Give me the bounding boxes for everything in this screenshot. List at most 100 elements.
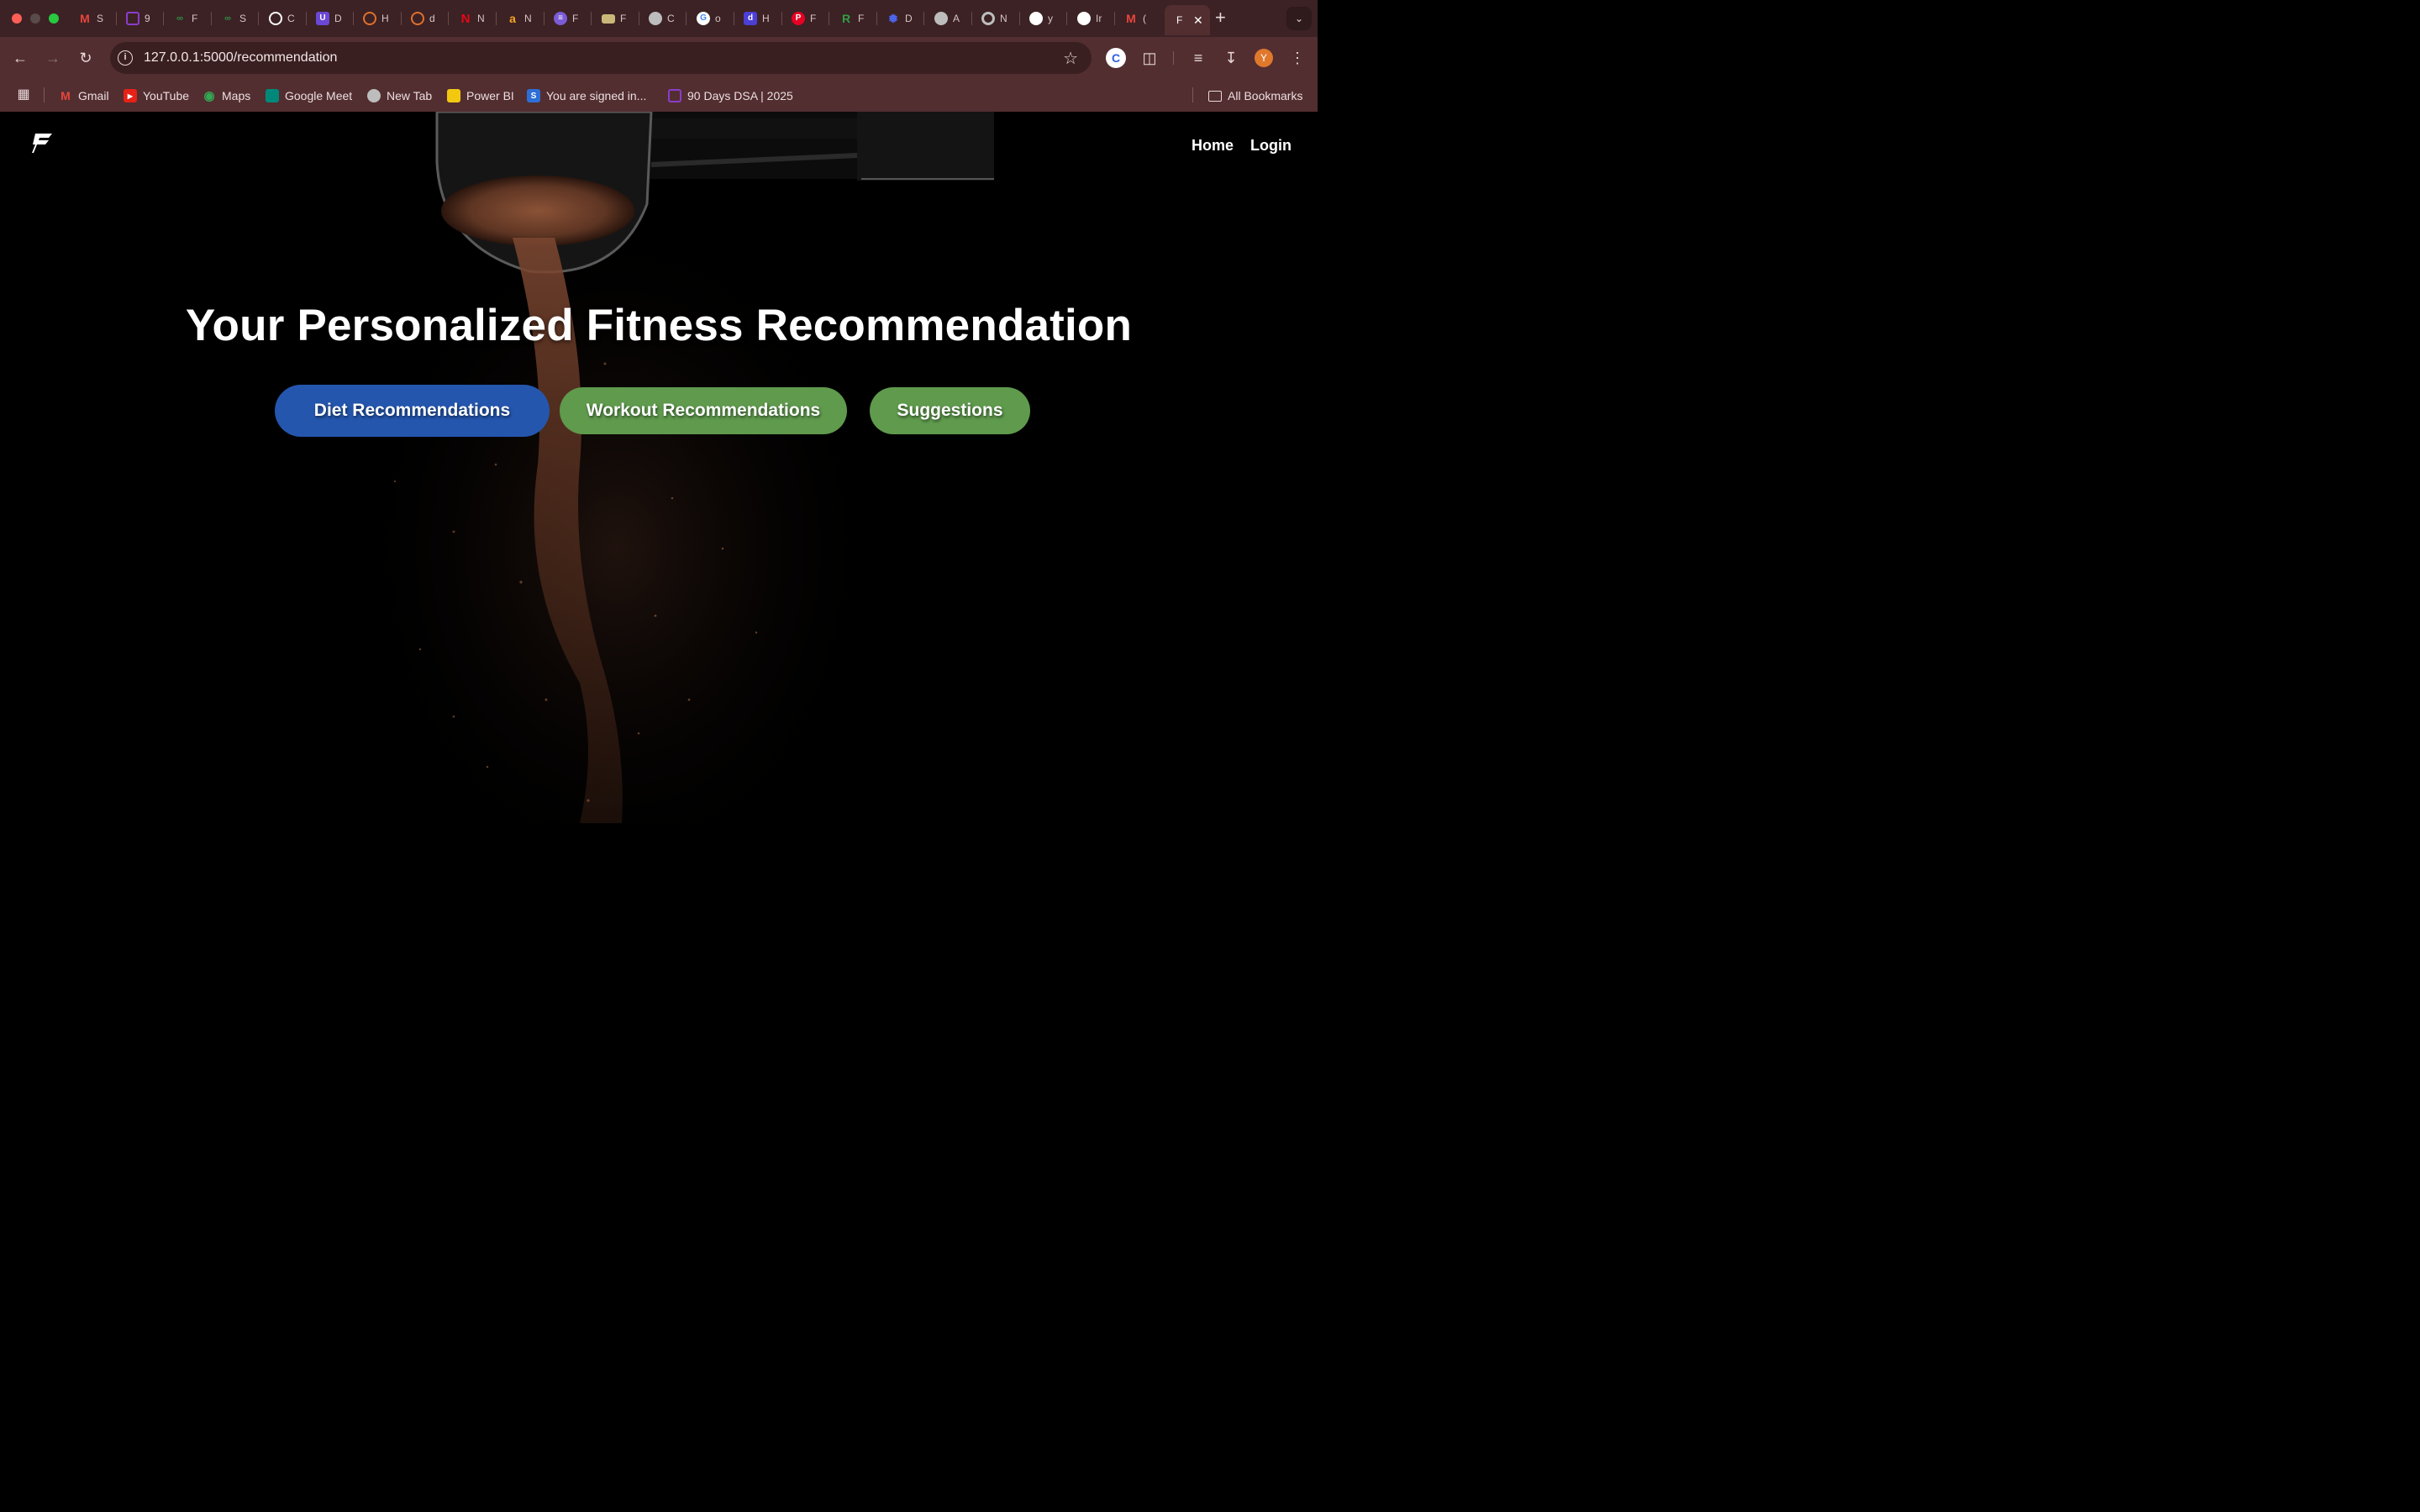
tab-title: y [1048,13,1053,24]
maps-icon: ◉ [203,89,215,103]
media-queue-icon[interactable]: ≡ [1188,48,1208,68]
bookmark-label: Gmail [78,89,109,102]
bookmark-youtube[interactable]: ▶ YouTube [124,87,189,104]
browser-tab[interactable]: MS [78,7,105,30]
browser-tab[interactable]: d [411,7,438,30]
bookmarks-bar: ▦ M Gmail ▶ YouTube ◉ Maps Google Meet New … [0,79,1318,112]
browser-tab[interactable]: Ir [1077,7,1104,30]
browser-tab[interactable]: A [934,7,961,30]
maximize-window-button[interactable] [49,13,59,24]
tab-title: C [287,13,295,24]
google-icon: G [697,12,710,25]
netflix-icon: N [460,11,471,26]
bookmark-new-tab[interactable]: New Tab [367,87,432,104]
bookmark-label: Maps [222,89,251,102]
url-text[interactable]: 127.0.0.1:5000/recommendation [144,50,337,66]
tab-title: N [524,13,532,24]
browser-tab[interactable]: C [269,7,296,30]
bookmark-signed-in[interactable]: S You are signed in... [527,87,646,104]
bookmark-maps[interactable]: ◉ Maps [203,87,250,104]
tab-title: S [97,13,104,24]
browser-tab[interactable]: H [363,7,390,30]
list-icon: ≡ [554,12,567,25]
minimize-window-button[interactable] [30,13,40,24]
browser-tab[interactable]: N [981,7,1008,30]
browser-tab[interactable]: dH [744,7,771,30]
browser-tab[interactable]: ❅ D [886,7,913,30]
tab-title: F [810,13,817,24]
chrome-icon [981,12,995,25]
apps-grid-icon[interactable]: ▦ [13,85,34,105]
doc-icon [411,12,424,25]
tab-title: C [667,13,675,24]
reload-icon[interactable]: ↻ [76,49,95,67]
powerbi-icon [447,89,460,102]
workout-recommendations-button[interactable]: Workout Recommendations [560,387,847,434]
fitness-logo-icon[interactable] [30,130,54,155]
browser-tab[interactable]: C [649,7,676,30]
site-info-icon[interactable]: i [118,50,133,66]
browser-tab[interactable]: RF [839,7,866,30]
page-viewport: Home Login Your Personalized Fitness Rec… [0,112,1318,823]
profile-avatar[interactable]: Y [1255,49,1273,67]
site-navbar: Home Login [0,112,1318,179]
tab-title: 9 [145,13,150,24]
folder-icon [1208,90,1222,102]
browser-tab[interactable]: UD [316,7,343,30]
nav-login-link[interactable]: Login [1250,137,1292,155]
shield-icon: U [316,12,329,25]
download-icon[interactable]: ↧ [1221,48,1241,68]
bookmark-google-meet[interactable]: Google Meet [266,87,352,104]
extension-icon[interactable]: C [1106,48,1126,68]
tab-title: d [429,13,435,24]
browser-tab[interactable]: ∞ F [173,7,200,30]
nav-home-link[interactable]: Home [1192,137,1234,155]
more-menu-icon[interactable]: ⋮ [1287,48,1307,68]
gmail-icon: M [1126,12,1136,25]
gmail-icon: M [80,12,90,25]
bookmark-90-days-dsa[interactable]: 90 Days DSA | 2025 [668,87,793,104]
close-tab-icon[interactable]: ✕ [1193,13,1203,28]
address-bar[interactable]: i 127.0.0.1:5000/recommendation ☆ [110,42,1092,74]
browser-tab[interactable]: ≡ F [554,7,581,30]
geeks-icon: ∞ [176,13,183,24]
ring-icon [363,12,376,25]
browser-tab[interactable]: aN [506,7,533,30]
tab-search-button[interactable]: ⌄ [1286,7,1312,30]
tab-title: Ir [1096,13,1102,24]
browser-tab[interactable]: F [602,7,629,30]
back-arrow-icon[interactable]: ← [11,49,29,67]
bookmark-gmail[interactable]: M Gmail [59,87,109,104]
close-window-button[interactable] [12,13,22,24]
globe-icon [934,12,948,25]
browser-tab[interactable]: 9 [126,7,153,30]
new-tab-button[interactable]: + [1215,8,1226,27]
all-bookmarks-folder[interactable]: All Bookmarks [1208,87,1302,104]
tab-title: D [334,13,342,24]
tab-title: o [715,13,721,24]
browser-tab[interactable]: Go [697,7,723,30]
browser-tab-active[interactable]: F ✕ [1165,5,1210,35]
tab-title: ( [1143,13,1146,24]
puzzle-extensions-icon[interactable]: ◫ [1139,48,1160,68]
browser-tab[interactable]: NN [459,7,486,30]
mail-icon [602,13,615,24]
forward-arrow-icon[interactable]: → [44,49,62,67]
browser-tab[interactable]: PF [792,7,818,30]
tab-title: D [905,13,913,24]
bookmark-star-icon[interactable]: ☆ [1063,48,1078,69]
bookmark-label: New Tab [387,89,433,102]
diet-recommendations-button[interactable]: Diet Recommendations [275,385,550,437]
browser-tab[interactable]: M( [1124,7,1151,30]
browser-tab-strip: MS 9 ∞ F ∞ S C UD H d NN aN ≡ F F C Go dH P… [0,0,1318,37]
deepseek-icon: ❅ [888,12,898,25]
tab-title: F [192,13,198,24]
browser-toolbar: ← → ↻ i 127.0.0.1:5000/recommendation ☆ … [0,37,1318,79]
tab-title: H [381,13,389,24]
browser-tab[interactable]: y [1029,7,1056,30]
browser-tab[interactable]: ∞ S [221,7,248,30]
page-title: Your Personalized Fitness Recommendation [185,301,1133,350]
suggestions-button[interactable]: Suggestions [870,387,1030,434]
meet-icon [266,89,279,102]
bookmark-power-bi[interactable]: Power BI [447,87,514,104]
